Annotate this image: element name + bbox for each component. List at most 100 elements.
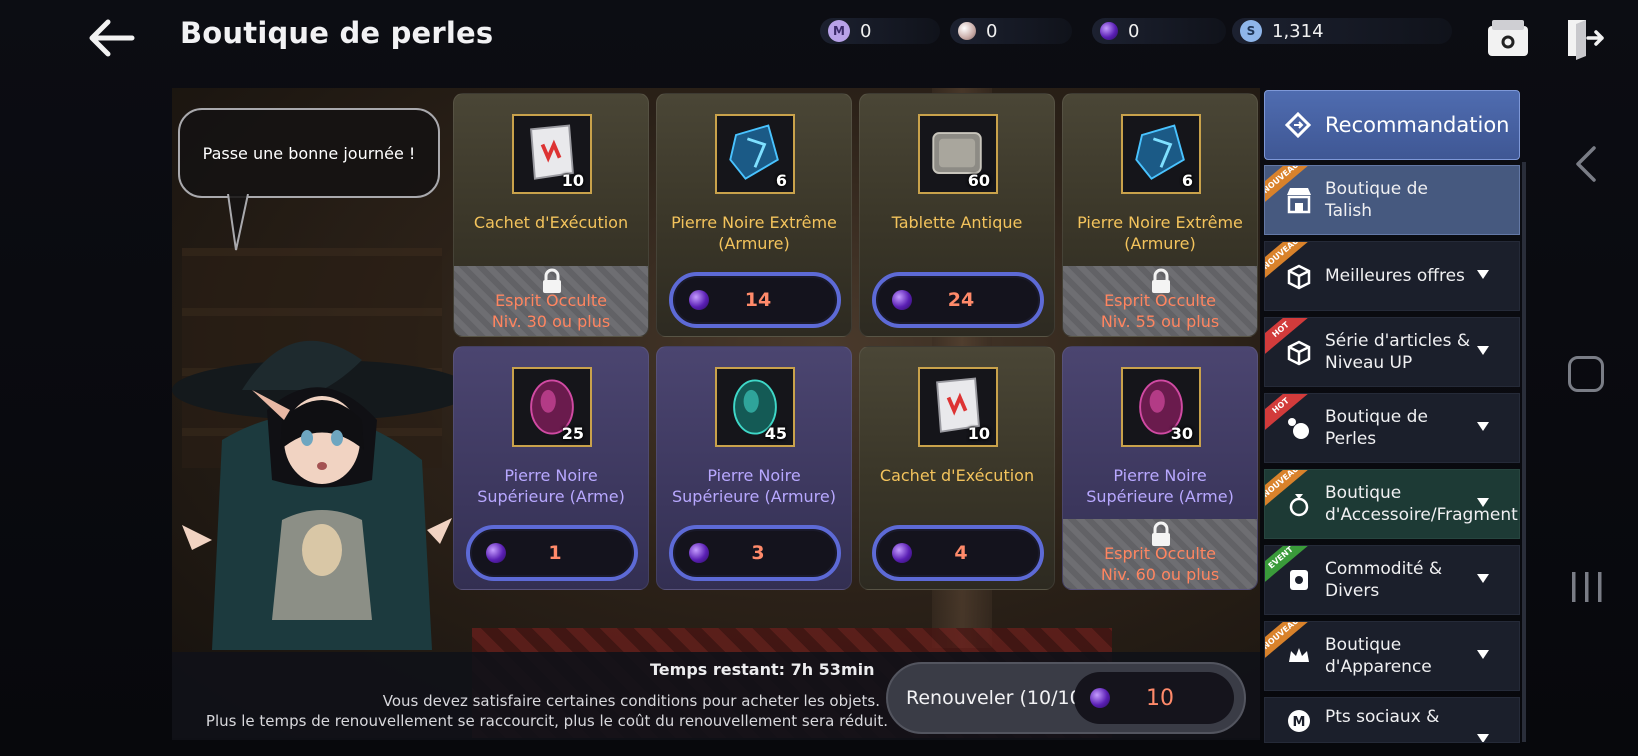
refresh-time-left: Temps restant: 7h 53min <box>650 660 875 679</box>
crown-icon <box>1279 636 1319 676</box>
item-name: Pierre Noire Extrême (Armure) <box>1077 213 1243 253</box>
buy-price-button[interactable]: 24 <box>872 272 1044 328</box>
sidebar-item-apparence[interactable]: NOUVEAU Boutique d'Apparence <box>1264 621 1520 691</box>
back-arrow-icon[interactable] <box>86 18 136 58</box>
m-coin-icon: M <box>1279 706 1319 736</box>
purchase-condition-note: Vous devez satisfaire certaines conditio… <box>382 692 880 710</box>
speech-bubble-tail <box>227 194 249 251</box>
renew-cost-note: Plus le temps de renouvellement se racco… <box>205 712 888 730</box>
level-lock-overlay: Esprit Occulte Niv. 60 ou plus <box>1063 519 1257 589</box>
lock-requirement-line2: Niv. 60 ou plus <box>1100 565 1220 584</box>
exit-door-icon[interactable] <box>1562 16 1606 60</box>
chevron-down-icon <box>1477 422 1489 431</box>
pearl-purple-icon <box>1090 688 1110 708</box>
pearls-icon <box>1279 408 1319 448</box>
chevron-down-icon <box>1477 270 1489 279</box>
shop-item-card[interactable]: 6 Pierre Noire Extrême (Armure) Esprit O… <box>1062 93 1258 337</box>
shop-item-card[interactable]: 10 Cachet d'Exécution Esprit Occulte Niv… <box>453 93 649 337</box>
item-name: Tablette Antique <box>891 213 1023 232</box>
currency-value: 1,314 <box>1272 20 1324 42</box>
item-icon-frame: 25 <box>512 367 592 447</box>
item-name: Pierre Noire Supérieure (Armure) <box>672 466 836 506</box>
pearl-purple-icon <box>892 290 912 310</box>
price-value: 1 <box>548 542 562 564</box>
storage-box-icon[interactable] <box>1486 18 1530 58</box>
sidebar-item-meilleures-offres[interactable]: NOUVEAU Meilleures offres <box>1264 241 1520 311</box>
sidebar-item-label: Meilleures offres <box>1325 266 1465 286</box>
sidebar-item-label: Boutique de Talish <box>1325 179 1428 221</box>
item-icon-frame: 6 <box>1121 114 1201 194</box>
shop-item-card[interactable]: 30 Pierre Noire Supérieure (Arme) Esprit… <box>1062 346 1258 590</box>
shop-item-card[interactable]: 10 Cachet d'Exécution 4 <box>859 346 1055 590</box>
pearl-purple-icon <box>689 543 709 563</box>
recommendation-label: Recommandation <box>1325 113 1510 137</box>
item-name: Cachet d'Exécution <box>879 466 1035 485</box>
renew-button[interactable]: Renouveler (10/10) 10 <box>886 662 1246 734</box>
buy-price-button[interactable]: 3 <box>669 525 841 581</box>
sidebar-scrollbar[interactable] <box>1522 162 1526 742</box>
npc-witch-character <box>172 340 472 650</box>
sidebar-item-boutique-talish[interactable]: NOUVEAU Boutique de Talish <box>1264 165 1520 235</box>
renew-cost-value: 10 <box>1146 685 1174 711</box>
item-name: Pierre Noire Extrême (Armure) <box>671 213 837 253</box>
box-icon <box>1279 332 1319 372</box>
shop-item-card[interactable]: 25 Pierre Noire Supérieure (Arme) 1 <box>453 346 649 590</box>
price-value: 4 <box>954 542 968 564</box>
buy-price-button[interactable]: 1 <box>466 525 638 581</box>
padlock-icon <box>1152 521 1170 546</box>
item-icon-frame: 6 <box>715 114 795 194</box>
scroll-box-icon <box>1279 560 1319 600</box>
android-recents-icon[interactable] <box>1570 568 1604 606</box>
item-icon-frame: 10 <box>512 114 592 194</box>
item-icon-frame: 45 <box>715 367 795 447</box>
box-icon <box>1279 256 1319 296</box>
currency-pearl-purple: 0 <box>1092 18 1226 44</box>
item-icon-frame: 30 <box>1121 367 1201 447</box>
currency-value: 0 <box>986 20 998 42</box>
sidebar-item-label: Boutique d'Apparence <box>1325 635 1432 677</box>
renew-label: Renouveler (10/10) <box>906 687 1090 709</box>
sidebar-item-pts-sociaux[interactable]: M Pts sociaux & <box>1264 697 1520 743</box>
silver-coin-icon: S <box>1240 20 1262 42</box>
sidebar-item-accessoire-fragment[interactable]: NOUVEAU Boutique d'Accessoire/Fragment <box>1264 469 1520 539</box>
currency-silver: S 1,314 <box>1232 18 1452 44</box>
android-home-icon[interactable] <box>1568 356 1604 392</box>
currency-m-coin: M 0 <box>820 18 940 44</box>
lock-requirement-line2: Niv. 55 ou plus <box>1100 312 1220 331</box>
sidebar-item-label: Commodité & Divers <box>1325 559 1443 601</box>
sidebar-item-boutique-perles[interactable]: HOT Boutique de Perles <box>1264 393 1520 463</box>
android-back-icon[interactable] <box>1574 146 1598 182</box>
price-value: 24 <box>947 289 975 311</box>
item-quantity: 30 <box>1170 424 1193 443</box>
padlock-icon <box>543 268 561 293</box>
item-quantity: 60 <box>967 171 990 190</box>
pearl-purple-icon <box>689 290 709 310</box>
price-value: 3 <box>751 542 765 564</box>
shop-icon <box>1279 180 1319 220</box>
shop-item-card[interactable]: 45 Pierre Noire Supérieure (Armure) 3 <box>656 346 852 590</box>
buy-price-button[interactable]: 14 <box>669 272 841 328</box>
item-quantity: 45 <box>764 424 787 443</box>
item-name: Pierre Noire Supérieure (Arme) <box>477 466 625 506</box>
shop-item-card[interactable]: 6 Pierre Noire Extrême (Armure) 14 <box>656 93 852 337</box>
item-quantity: 6 <box>775 171 787 190</box>
currency-value: 0 <box>1128 20 1140 42</box>
price-value: 14 <box>744 289 772 311</box>
sidebar-item-label: Boutique d'Accessoire/Fragment <box>1325 483 1518 525</box>
sidebar-item-commodite-divers[interactable]: EVENT Commodité & Divers <box>1264 545 1520 615</box>
pearl-white-icon <box>958 22 976 40</box>
item-quantity: 10 <box>967 424 990 443</box>
lock-requirement-line2: Niv. 30 ou plus <box>491 312 611 331</box>
shop-item-card[interactable]: 60 Tablette Antique 24 <box>859 93 1055 337</box>
ring-icon <box>1279 484 1319 524</box>
chevron-down-icon <box>1477 650 1489 659</box>
svg-text:M: M <box>1293 715 1306 730</box>
level-lock-overlay: Esprit Occulte Niv. 55 ou plus <box>1063 266 1257 336</box>
buy-price-button[interactable]: 4 <box>872 525 1044 581</box>
page-title: Boutique de perles <box>180 16 494 50</box>
diamond-arrow-icon <box>1285 112 1311 138</box>
recommendation-button[interactable]: Recommandation <box>1264 90 1520 160</box>
pearl-purple-icon <box>892 543 912 563</box>
item-name: Pierre Noire Supérieure (Arme) <box>1086 466 1234 506</box>
sidebar-item-serie-articles[interactable]: HOT Série d'articles & Niveau UP <box>1264 317 1520 387</box>
